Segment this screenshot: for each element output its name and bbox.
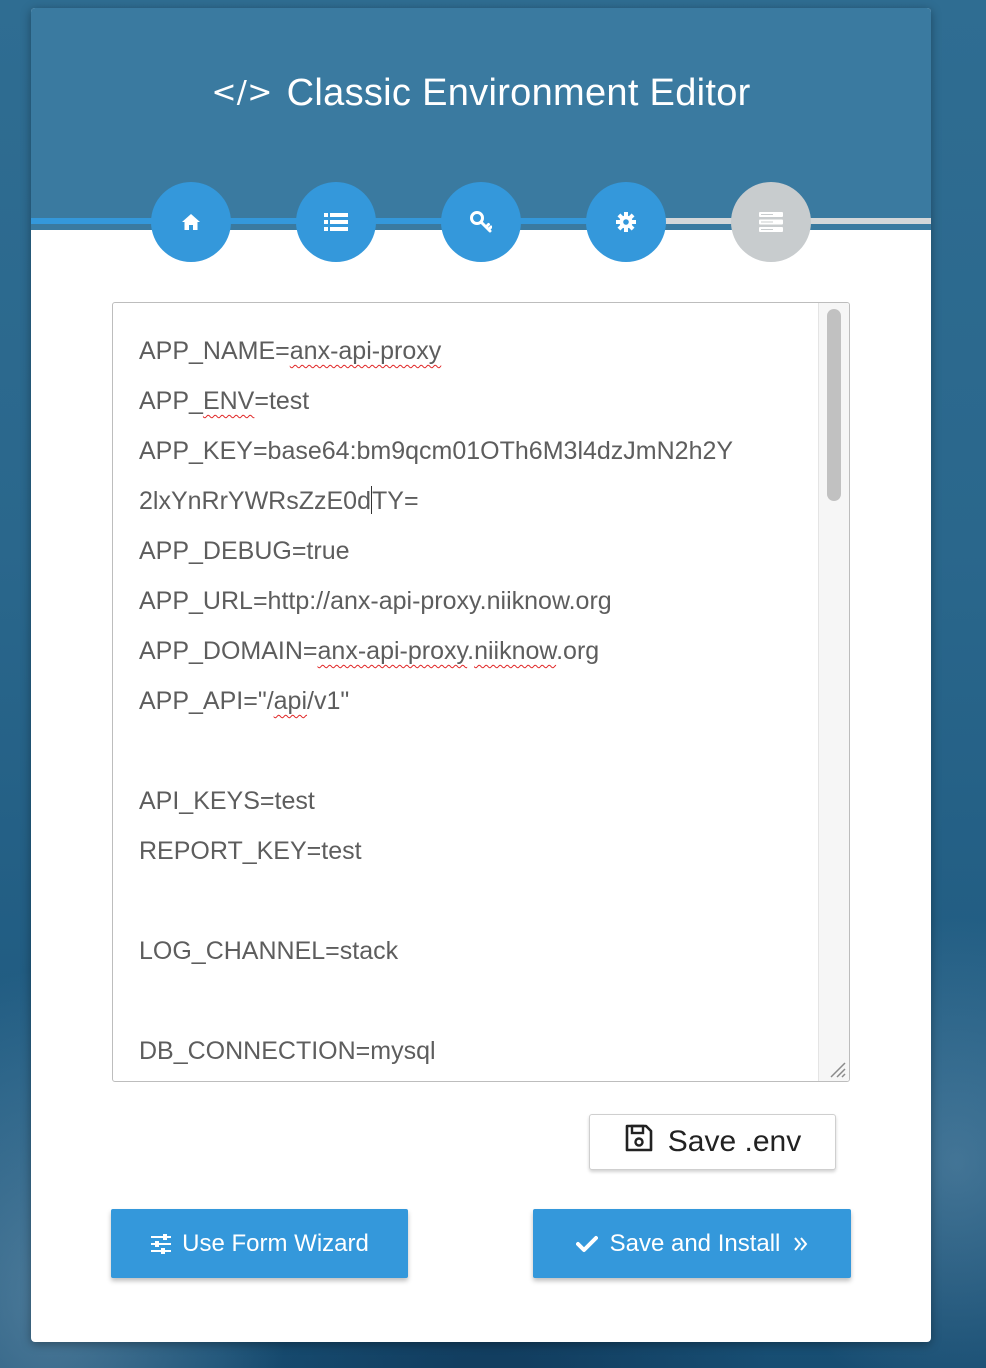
floppy-disk-icon xyxy=(624,1123,668,1161)
save-and-install-label: Save and Install xyxy=(609,1229,781,1257)
editor-line-text: APP_DOMAIN=anx-api-proxy.niiknow.org xyxy=(139,637,600,665)
step-server-button[interactable] xyxy=(731,182,811,262)
checkmark-icon xyxy=(575,1235,598,1253)
env-text-content[interactable]: APP_NAME=anx-api-proxy APP_ENV=test APP_… xyxy=(139,326,819,1076)
list-icon xyxy=(324,213,348,231)
double-chevron-right-icon xyxy=(794,1236,808,1251)
step-settings-button[interactable] xyxy=(586,182,666,262)
editor-line: LOG_CHANNEL=stack xyxy=(139,926,819,976)
editor-line: APP_KEY=base64:bm9qcm01OTh6M3l4dzJmN2h2Y xyxy=(139,426,819,476)
step-key-button[interactable] xyxy=(441,182,521,262)
step-home-button[interactable] xyxy=(151,182,231,262)
editor-line: 2lxYnRrYWRsZzE0dTY= xyxy=(139,476,819,526)
editor-line-text: APP_URL=http://anx-api-proxy.niiknow.org xyxy=(139,587,612,615)
server-icon xyxy=(759,212,783,232)
editor-line-text: APP_KEY=base64:bm9qcm01OTh6M3l4dzJmN2h2Y xyxy=(139,437,734,465)
editor-line-text: APP_DEBUG=true xyxy=(139,537,350,565)
home-icon xyxy=(181,213,201,231)
gear-icon xyxy=(616,212,636,232)
editor-line: APP_DOMAIN=anx-api-proxy.niiknow.org xyxy=(139,626,819,676)
editor-line: APP_API="/api/v1" xyxy=(139,676,819,726)
editor-line-text: 2lxYnRrYWRsZzE0dTY= xyxy=(139,486,419,515)
editor-line-text: LOG_CHANNEL=stack xyxy=(139,937,399,965)
page-title: </> Classic Environment Editor xyxy=(31,72,931,115)
use-form-wizard-label: Use Form Wizard xyxy=(182,1229,369,1257)
editor-line-text: API_KEYS=test xyxy=(139,787,315,815)
editor-line: APP_NAME=anx-api-proxy xyxy=(139,326,819,376)
text-caret xyxy=(371,486,372,514)
resize-handle-icon[interactable] xyxy=(825,1057,847,1079)
save-and-install-button[interactable]: Save and Install xyxy=(533,1209,851,1278)
env-textarea[interactable]: APP_NAME=anx-api-proxy APP_ENV=test APP_… xyxy=(112,302,850,1082)
save-env-button[interactable]: Save .env xyxy=(589,1114,836,1170)
editor-line: REPORT_KEY=test xyxy=(139,826,819,876)
use-form-wizard-button[interactable]: Use Form Wizard xyxy=(111,1209,408,1278)
scrollbar-thumb[interactable] xyxy=(827,309,841,501)
editor-line: APP_ENV=test xyxy=(139,376,819,426)
page-title-text: Classic Environment Editor xyxy=(286,72,751,114)
editor-line: API_KEYS=test xyxy=(139,776,819,826)
step-list-button[interactable] xyxy=(296,182,376,262)
key-icon xyxy=(470,211,492,233)
editor-line-text: APP_API="/api/v1" xyxy=(139,687,350,715)
sliders-icon xyxy=(150,1233,172,1254)
editor-scrollbar[interactable] xyxy=(818,303,849,1081)
editor-line-text: APP_ENV=test xyxy=(139,387,310,415)
editor-line: APP_DEBUG=true xyxy=(139,526,819,576)
editor-line: DB_CONNECTION=mysql xyxy=(139,1026,819,1076)
save-env-label: Save .env xyxy=(667,1125,802,1158)
editor-line-text: APP_NAME=anx-api-proxy xyxy=(139,337,442,365)
editor-line: APP_URL=http://anx-api-proxy.niiknow.org xyxy=(139,576,819,626)
editor-line-text: REPORT_KEY=test xyxy=(139,837,362,865)
code-icon: </> xyxy=(211,75,273,110)
editor-card: </> Classic Environment Editor APP_NAME=a… xyxy=(31,8,931,1342)
editor-line-text: DB_CONNECTION=mysql xyxy=(139,1037,436,1065)
